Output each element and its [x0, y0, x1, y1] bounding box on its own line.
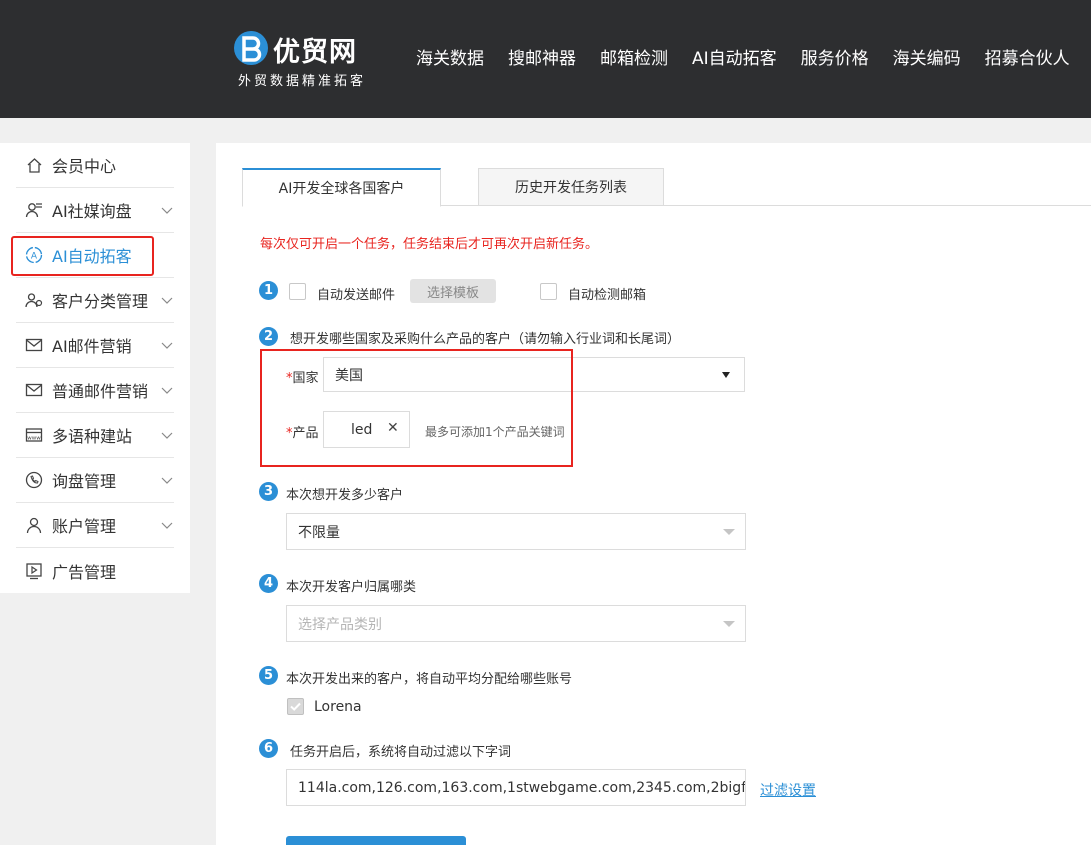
product-input[interactable]: led ✕: [323, 411, 410, 448]
tab-ai-global-customers[interactable]: AI开发全球各国客户: [242, 168, 441, 207]
ai-icon: A: [24, 245, 44, 265]
users-icon: [24, 200, 44, 220]
step-5-text: 本次开发出来的客户，将自动平均分配给哪些账号: [286, 672, 573, 687]
step-3-text: 本次想开发多少客户: [286, 488, 404, 503]
caret-down-icon: [723, 529, 735, 535]
step-3-badge: 3: [259, 482, 278, 501]
chevron-down-icon: [161, 522, 173, 529]
product-tag: led: [351, 422, 373, 438]
product-label: *产品: [286, 426, 319, 441]
logo[interactable]: 优贸网 外贸数据精准拓客: [233, 28, 393, 90]
sidebar-item-ai-email-marketing[interactable]: AI邮件营销: [16, 323, 174, 368]
svg-text:A: A: [31, 252, 38, 262]
step-4-text: 本次开发客户归属哪类: [286, 580, 417, 595]
website-icon: www: [24, 425, 44, 445]
chevron-down-icon: [161, 477, 173, 484]
step-6-text: 任务开启后，系统将自动过滤以下字词: [290, 745, 512, 760]
home-icon: [24, 155, 44, 175]
nav-ai-prospecting[interactable]: AI自动拓客: [692, 44, 777, 69]
mail-icon: [24, 380, 44, 400]
step-1-badge: 1: [259, 281, 278, 300]
sidebar-item-ai-social-inquiry[interactable]: AI社媒询盘: [16, 188, 174, 233]
nav-email-check[interactable]: 邮箱检测: [600, 44, 668, 69]
caret-down-icon: [723, 621, 735, 627]
chevron-down-icon: [161, 432, 173, 439]
main-content: AI开发全球各国客户 历史开发任务列表 每次仅可开启一个任务，任务结束后才可再次…: [216, 143, 1091, 845]
start-task-button[interactable]: [286, 836, 466, 845]
svg-text:www: www: [27, 436, 41, 442]
nav-customs-data[interactable]: 海关数据: [416, 44, 484, 69]
sidebar-item-regular-email-marketing[interactable]: 普通邮件营销: [16, 368, 174, 413]
caret-down-icon: [722, 372, 730, 378]
warning-text: 每次仅可开启一个任务，任务结束后才可再次开启新任务。: [260, 237, 599, 252]
account-lorena-checkbox[interactable]: [287, 698, 304, 715]
user-group-icon: [24, 290, 44, 310]
step-2-badge: 2: [259, 327, 278, 346]
account-lorena-label: Lorena: [314, 699, 362, 715]
tab-history-tasks[interactable]: 历史开发任务列表: [478, 168, 664, 206]
chevron-down-icon: [161, 342, 173, 349]
logo-mark-icon: [234, 31, 268, 65]
tab-bar: AI开发全球各国客户 历史开发任务列表: [242, 168, 1091, 207]
chevron-down-icon: [161, 297, 173, 304]
country-label: *国家: [286, 371, 319, 386]
sidebar-item-label: AI邮件营销: [52, 337, 132, 356]
auto-send-email-checkbox[interactable]: [289, 283, 306, 300]
auto-check-email-checkbox[interactable]: [540, 283, 557, 300]
top-header: 优贸网 外贸数据精准拓客 海关数据 搜邮神器 邮箱检测 AI自动拓客 服务价格 …: [0, 0, 1091, 118]
step-6-badge: 6: [259, 739, 278, 758]
product-hint: 最多可添加1个产品关键词: [425, 425, 565, 439]
sidebar-item-label: 会员中心: [52, 157, 117, 176]
step-4-badge: 4: [259, 574, 278, 593]
nav-email-search[interactable]: 搜邮神器: [508, 44, 576, 69]
sidebar-item-ad-management[interactable]: 广告管理: [16, 548, 174, 593]
sidebar-item-label: AI自动拓客: [52, 247, 132, 266]
sidebar-item-label: 广告管理: [52, 562, 117, 582]
chevron-down-icon: [161, 387, 173, 394]
customer-count-value: 不限量: [298, 524, 340, 541]
check-icon: [290, 702, 301, 711]
ai-mail-icon: [24, 335, 44, 355]
select-template-button[interactable]: 选择模板: [410, 279, 496, 303]
filter-words-input[interactable]: 114la.com,126.com,163.com,1stwebgame.com…: [286, 769, 746, 806]
sidebar-item-inquiry-management[interactable]: 询盘管理: [16, 458, 174, 503]
sidebar-item-label: 多语种建站: [52, 427, 133, 446]
country-select[interactable]: 美国: [323, 357, 745, 392]
sidebar-item-multilingual-site[interactable]: www 多语种建站: [16, 413, 174, 458]
sidebar-item-label: AI社媒询盘: [52, 202, 132, 221]
sidebar-item-customer-classification[interactable]: 客户分类管理: [16, 278, 174, 323]
chevron-down-icon: [161, 207, 173, 214]
auto-send-email-label: 自动发送邮件: [317, 288, 396, 303]
phone-icon: [24, 470, 44, 490]
product-category-select[interactable]: 选择产品类别: [286, 605, 746, 642]
sidebar-item-member-center[interactable]: 会员中心: [16, 143, 174, 188]
ad-icon: [24, 561, 44, 581]
logo-slogan: 外贸数据精准拓客: [238, 74, 367, 89]
sidebar: 会员中心 AI社媒询盘 A AI自动拓客 客户分类管理 AI邮件营销 普通邮件营…: [0, 143, 190, 593]
main-nav: 海关数据 搜邮神器 邮箱检测 AI自动拓客 服务价格 海关编码 招募合伙人: [404, 44, 1082, 69]
sidebar-item-label: 普通邮件营销: [52, 382, 149, 401]
sidebar-item-ai-prospecting[interactable]: A AI自动拓客: [16, 233, 174, 278]
sidebar-item-label: 账户管理: [52, 517, 117, 536]
filter-settings-link[interactable]: 过滤设置: [760, 780, 816, 800]
nav-hs-code[interactable]: 海关编码: [893, 44, 961, 69]
customer-count-select[interactable]: 不限量: [286, 513, 746, 550]
country-value: 美国: [335, 367, 363, 384]
sidebar-item-label: 询盘管理: [52, 472, 117, 491]
sidebar-item-label: 客户分类管理: [52, 292, 149, 311]
step-2-text: 想开发哪些国家及采购什么产品的客户（请勿输入行业词和长尾词）: [290, 332, 681, 347]
sidebar-item-account-management[interactable]: 账户管理: [16, 503, 174, 548]
step-5-badge: 5: [259, 666, 278, 685]
nav-partner[interactable]: 招募合伙人: [985, 44, 1070, 69]
user-icon: [24, 515, 44, 535]
close-icon[interactable]: ✕: [387, 420, 399, 436]
auto-check-email-label: 自动检测邮箱: [568, 288, 647, 303]
product-category-placeholder: 选择产品类别: [298, 616, 382, 633]
nav-pricing[interactable]: 服务价格: [801, 44, 869, 69]
logo-name: 优贸网: [273, 37, 357, 68]
